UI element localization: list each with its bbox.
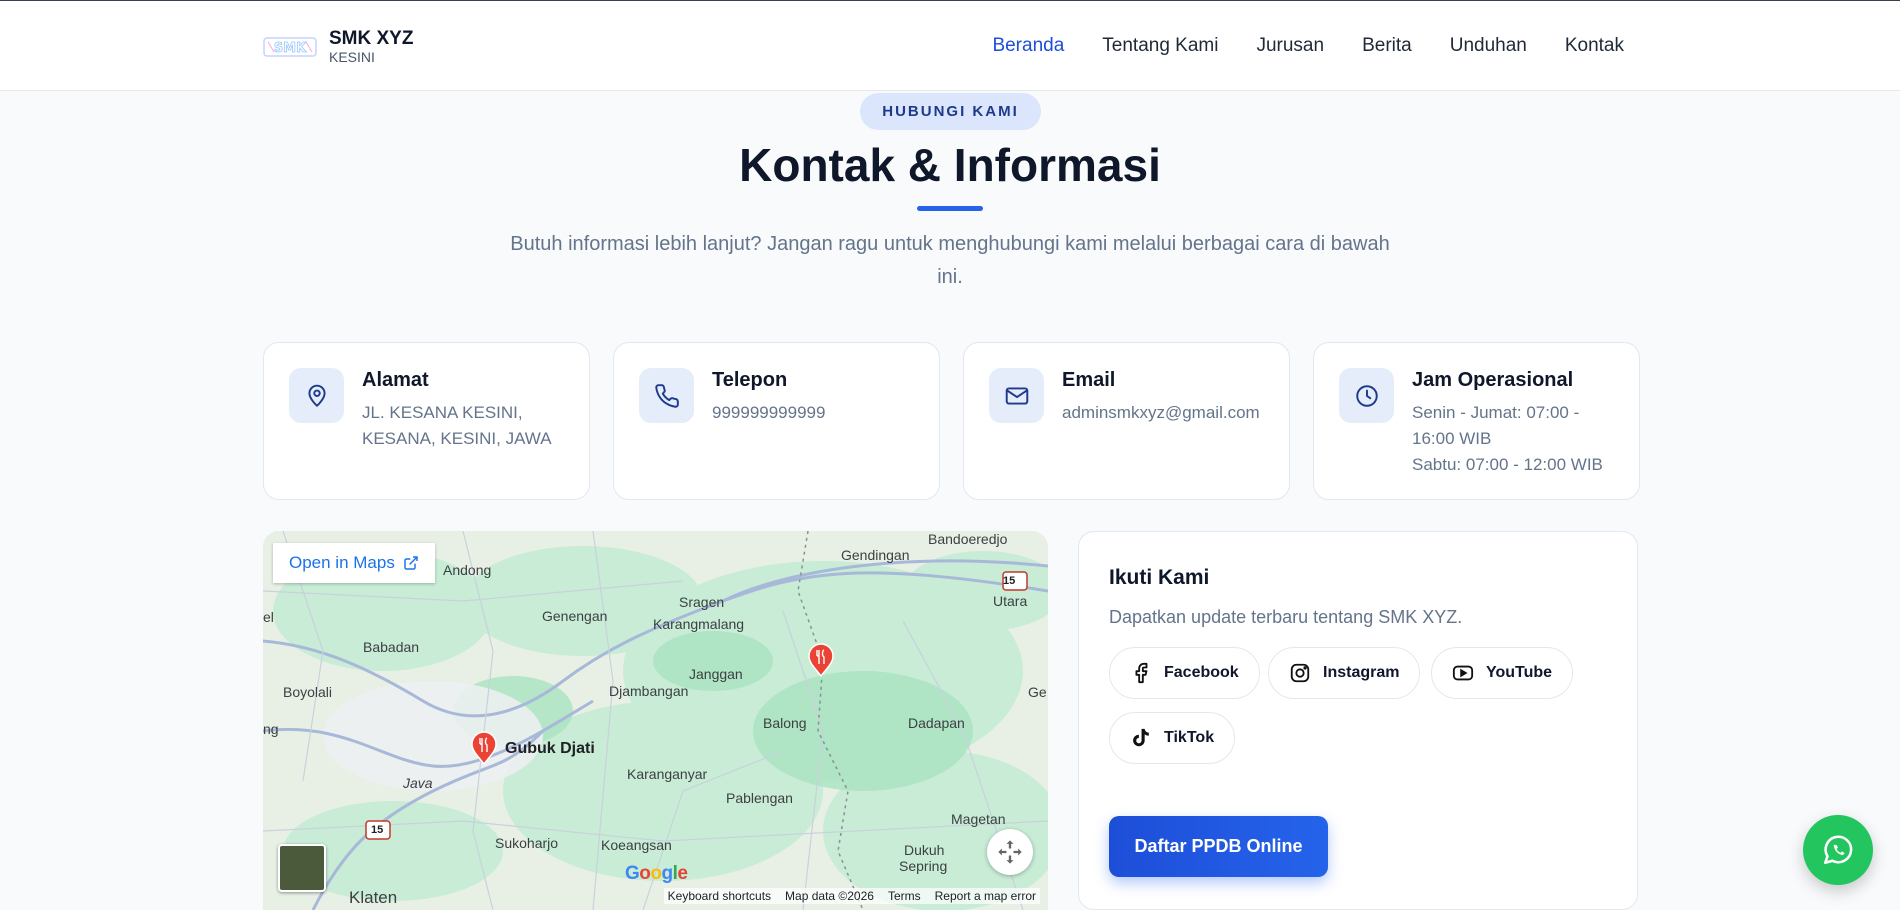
title-underline: [917, 206, 983, 211]
map-camera-control[interactable]: [987, 829, 1033, 875]
map-place-label: Gubuk Djati: [505, 740, 595, 757]
social-card: Ikuti Kami Dapatkan update terbaru tenta…: [1078, 531, 1638, 910]
social-description: Dapatkan update terbaru tentang SMK XYZ.: [1109, 607, 1463, 627]
facebook-icon: [1135, 662, 1148, 684]
location-pin-icon: [307, 384, 326, 407]
open-in-maps-label: Open in Maps: [289, 553, 395, 572]
map-label: Bandoeredjo: [928, 531, 1008, 547]
nav-kontak[interactable]: Kontak: [1565, 35, 1624, 57]
instagram-label: Instagram: [1323, 664, 1400, 681]
map-label: Koeangsan: [601, 837, 672, 853]
map-label: Klaten: [349, 888, 398, 907]
hours-saturday: Sabtu: 07:00 - 12:00 WIB: [1412, 455, 1603, 474]
tiktok-label: TikTok: [1164, 729, 1215, 746]
school-logo-icon: SMK: [263, 37, 317, 57]
map-label: Sragen: [679, 594, 725, 610]
map-label: Balong: [763, 715, 807, 731]
social-title: Ikuti Kami: [1109, 566, 1210, 589]
road-number-badge: 15: [371, 824, 384, 836]
road-number-badge: 15: [1003, 575, 1016, 587]
svg-text:SMK: SMK: [274, 41, 307, 56]
card-telepon: Telepon 999999999999: [613, 342, 940, 500]
mail-icon: [1005, 386, 1028, 405]
nav-tentang-kami[interactable]: Tentang Kami: [1102, 35, 1218, 57]
card-title: Jam Operasional: [1412, 369, 1574, 391]
site-logo[interactable]: SMK SMK XYZ KESINI: [263, 29, 413, 65]
card-title: Email: [1062, 369, 1116, 391]
map-label: Magetan: [951, 811, 1006, 827]
map-data-text: Map data ©2026: [785, 889, 874, 903]
map-label: Gendingan: [841, 547, 910, 563]
map-label: Andong: [443, 562, 492, 578]
section-title: Kontak & Informasi: [739, 139, 1161, 191]
youtube-button[interactable]: YouTube: [1431, 647, 1574, 699]
logo-subtitle: KESINI: [329, 49, 375, 65]
nav-beranda[interactable]: Beranda: [992, 35, 1064, 57]
map-label: Djambangan: [609, 683, 689, 699]
map-label: ng: [263, 721, 279, 737]
open-in-maps-button[interactable]: Open in Maps: [273, 543, 435, 583]
card-alamat: Alamat JL. KESANA KESINI, KESANA, KESINI…: [263, 342, 590, 500]
section-badge: HUBUNGI KAMI: [860, 93, 1041, 130]
nav-jurusan[interactable]: Jurusan: [1256, 35, 1324, 57]
map-label: Pablengan: [726, 790, 793, 806]
tiktok-button[interactable]: TikTok: [1109, 712, 1236, 764]
site-header: SMK SMK XYZ KESINI Beranda Tentang Kami …: [0, 1, 1900, 91]
nav-berita[interactable]: Berita: [1362, 35, 1412, 57]
map-label: Sukoharjo: [495, 835, 559, 851]
nav-unduhan[interactable]: Unduhan: [1450, 35, 1527, 57]
card-title: Telepon: [712, 369, 788, 391]
map-attribution: Keyboard shortcuts Map data ©2026 Terms …: [663, 888, 1040, 904]
google-map[interactable]: 15 15 Open in Maps Bandoeredjo Gendingan…: [263, 531, 1048, 910]
report-map-error-link[interactable]: Report a map error: [935, 889, 1036, 903]
map-label: el: [263, 609, 274, 625]
whatsapp-icon: [1823, 835, 1853, 865]
map-label: Sepring: [899, 858, 948, 874]
map-label: Ge: [1028, 684, 1047, 700]
map-label: Karanganyar: [627, 766, 708, 782]
phone-icon: [654, 383, 679, 408]
map-label: Karangmalang: [653, 616, 745, 632]
instagram-icon: [1290, 663, 1310, 683]
facebook-label: Facebook: [1164, 664, 1239, 681]
logo-name: SMK XYZ: [329, 28, 414, 49]
tiktok-icon: [1133, 728, 1149, 747]
youtube-label: YouTube: [1486, 664, 1553, 681]
card-jam-operasional: Jam Operasional Senin - Jumat: 07:00 - 1…: [1313, 342, 1640, 500]
card-title: Alamat: [362, 369, 429, 391]
map-label: Babadan: [363, 639, 420, 655]
address-text: JL. KESANA KESINI, KESANA, KESINI, JAWA: [362, 403, 552, 448]
map-label: Dadapan: [908, 715, 965, 731]
youtube-icon: [1452, 665, 1474, 681]
terms-link[interactable]: Terms: [888, 889, 921, 903]
keyboard-shortcuts-link[interactable]: Keyboard shortcuts: [668, 889, 771, 903]
map-label: Utara: [993, 593, 1028, 609]
main-nav: Beranda Tentang Kami Jurusan Berita Undu…: [992, 35, 1624, 57]
map-label: Boyolali: [283, 684, 333, 700]
google-logo: Google: [625, 863, 688, 884]
facebook-button[interactable]: Facebook: [1109, 647, 1260, 699]
section-subtitle: Butuh informasi lebih lanjut? Jangan rag…: [510, 233, 1390, 288]
hours-weekday: Senin - Jumat: 07:00 - 16:00 WIB: [1412, 403, 1580, 448]
phone-number[interactable]: 999999999999: [712, 400, 922, 426]
clock-icon: [1355, 384, 1378, 407]
whatsapp-float-button[interactable]: [1803, 815, 1873, 885]
restaurant-pin-icon[interactable]: [470, 731, 498, 765]
instagram-button[interactable]: Instagram: [1268, 647, 1421, 699]
card-email: Email adminsmkxyz@gmail.com: [963, 342, 1290, 500]
map-label: Java: [403, 775, 433, 791]
contact-cards: Alamat JL. KESANA KESINI, KESANA, KESINI…: [263, 342, 1640, 500]
ppdb-register-button[interactable]: Daftar PPDB Online: [1109, 816, 1328, 877]
email-address[interactable]: adminsmkxyz@gmail.com: [1062, 400, 1272, 426]
restaurant-pin-icon[interactable]: [807, 643, 835, 677]
external-link-icon: [404, 556, 418, 570]
move-arrows-icon: [998, 840, 1022, 864]
map-label: Dukuh: [904, 842, 945, 858]
map-label: Genengan: [542, 608, 608, 624]
map-label: Janggan: [689, 666, 743, 682]
satellite-layer-toggle[interactable]: [278, 844, 326, 892]
